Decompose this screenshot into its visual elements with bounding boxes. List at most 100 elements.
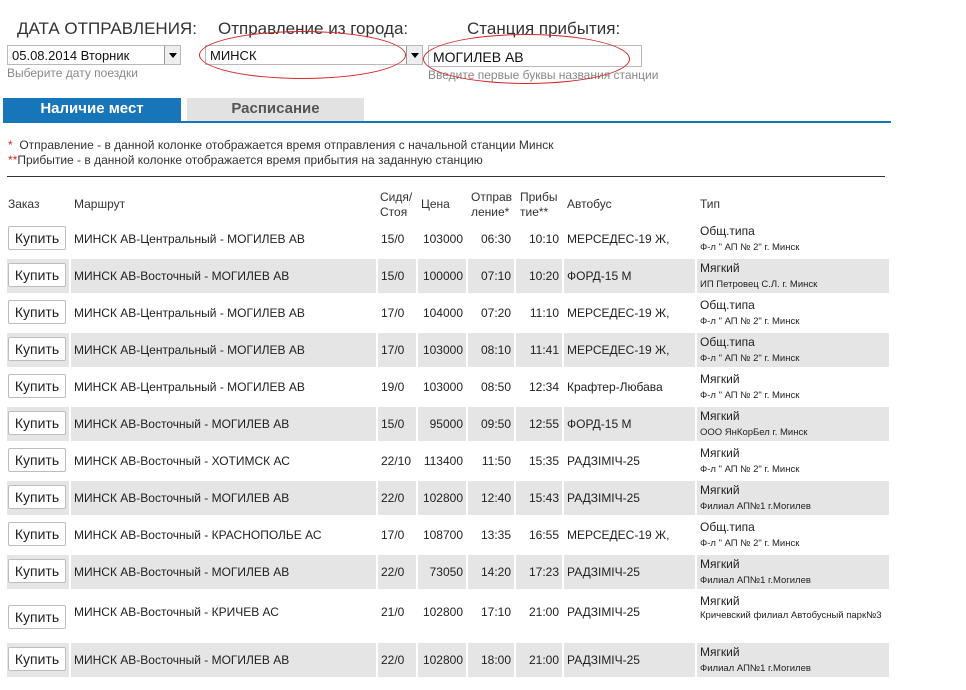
price-cell: 102800 — [418, 481, 466, 515]
buy-button[interactable]: Купить — [8, 559, 66, 583]
order-cell: Купить — [7, 444, 69, 478]
bus-cell: РАДЗІМІЧ-25 — [564, 481, 695, 515]
buy-button[interactable]: Купить — [8, 337, 66, 361]
type-cell: Мягкий Филиал АП№1 г.Могилев — [697, 555, 889, 589]
seats-cell: 21/0 — [378, 592, 416, 637]
arrival-cell: 12:34 — [516, 370, 562, 404]
header-order: Заказ — [8, 197, 40, 211]
departure-time: 08:10 — [480, 343, 511, 357]
arrival-time: 12:55 — [528, 417, 559, 431]
arrival-cell: 10:20 — [516, 259, 562, 293]
buy-button[interactable]: Купить — [8, 263, 66, 287]
price-cell: 103000 — [418, 222, 466, 256]
operator: Ф-л " АП № 2" г. Минск — [700, 242, 800, 253]
arrival-time: 21:00 — [528, 653, 559, 667]
buy-button[interactable]: Купить — [8, 647, 66, 671]
bus-cell: МЕРСЕДЕС-19 Ж, — [564, 222, 695, 256]
type-cell: Мягкий ООО ЯнКорБел г. Минск — [697, 407, 889, 441]
price: 73050 — [429, 565, 463, 579]
buy-button[interactable]: Купить — [8, 605, 66, 629]
header-arrival: Прибы тие** — [520, 190, 558, 220]
chevron-down-icon[interactable] — [164, 46, 180, 64]
table-row: Купить МИНСК АВ-Восточный - МОГИЛЕВ АВ 1… — [7, 259, 889, 293]
route-cell: МИНСК АВ-Восточный - МОГИЛЕВ АВ — [71, 259, 376, 293]
type-cell: Мягкий Ф-л " АП № 2" г. Минск — [697, 444, 889, 478]
note-star: ** — [8, 153, 18, 167]
order-cell: Купить — [7, 555, 69, 589]
seats: 19/0 — [381, 380, 405, 394]
seats-cell: 22/0 — [378, 643, 416, 677]
seats: 15/0 — [381, 417, 405, 431]
tab-schedule[interactable]: Расписание — [187, 98, 364, 121]
bus-type: Общ.типа — [700, 224, 755, 238]
header-seats: Сидя/ Стоя — [380, 190, 412, 220]
route: МИНСК АВ-Центральный - МОГИЛЕВ АВ — [74, 380, 305, 394]
route-cell: МИНСК АВ-Восточный - КРИЧЕВ АС — [71, 592, 376, 637]
bus-cell: МЕРСЕДЕС-19 Ж, — [564, 296, 695, 330]
route-cell: МИНСК АВ-Восточный - ХОТИМСК АС — [71, 444, 376, 478]
operator: Кричевский филиал Автобусный парк№3 — [700, 610, 882, 621]
table-row: Купить МИНСК АВ-Центральный - МОГИЛЕВ АВ… — [7, 370, 889, 404]
bus-type: Мягкий — [700, 483, 740, 497]
type-cell: Общ.типа Ф-л " АП № 2" г. Минск — [697, 333, 889, 367]
bus-cell: МЕРСЕДЕС-19 Ж, — [564, 518, 695, 552]
date-hint: Выберите дату поездки — [7, 66, 138, 80]
note-text: Отправление - в данной колонке отображае… — [19, 138, 554, 152]
tab-availability[interactable]: Наличие мест — [3, 98, 181, 121]
type-cell: Общ.типа Ф-л " АП № 2" г. Минск — [697, 222, 889, 256]
header-arrival-line1: Прибы — [520, 190, 558, 204]
buy-button[interactable]: Купить — [8, 374, 66, 398]
departure-cell: 08:50 — [468, 370, 514, 404]
seats-cell: 19/0 — [378, 370, 416, 404]
buy-button[interactable]: Купить — [8, 485, 66, 509]
buy-button[interactable]: Купить — [8, 448, 66, 472]
price: 104000 — [422, 306, 463, 320]
price-cell: 103000 — [418, 370, 466, 404]
departure-time: 13:35 — [480, 528, 511, 542]
table-row: Купить МИНСК АВ-Центральный - МОГИЛЕВ АВ… — [7, 222, 889, 256]
price-cell: 102800 — [418, 592, 466, 637]
note-arrival: **Прибытие - в данной колонке отображает… — [8, 153, 483, 167]
buy-button[interactable]: Купить — [8, 300, 66, 324]
seats: 22/10 — [381, 454, 412, 468]
date-label: ДАТА ОТПРАВЛЕНИЯ: — [17, 19, 197, 38]
arrival-time: 10:10 — [528, 232, 559, 246]
buy-button[interactable]: Купить — [8, 226, 66, 250]
departure-time: 09:50 — [480, 417, 511, 431]
price-cell: 108700 — [418, 518, 466, 552]
price: 108700 — [422, 528, 463, 542]
table-row: Купить МИНСК АВ-Восточный - МОГИЛЕВ АВ 1… — [7, 407, 889, 441]
order-cell: Купить — [7, 222, 69, 256]
buy-button[interactable]: Купить — [8, 411, 66, 435]
chevron-down-icon[interactable] — [406, 46, 422, 64]
header-route: Маршрут — [74, 197, 126, 211]
seats-cell: 15/0 — [378, 222, 416, 256]
bus-model: РАДЗІМІЧ-25 — [567, 454, 640, 468]
order-cell: Купить — [7, 518, 69, 552]
type-cell: Общ.типа Ф-л " АП № 2" г. Минск — [697, 518, 889, 552]
departure-cell: 11:50 — [468, 444, 514, 478]
price: 103000 — [422, 232, 463, 246]
bus-cell: Крафтер-Любава — [564, 370, 695, 404]
departure-time: 07:20 — [480, 306, 511, 320]
header-departure-line2: ление* — [471, 205, 510, 219]
bus-cell: РАДЗІМІЧ-25 — [564, 555, 695, 589]
bus-model: РАДЗІМІЧ-25 — [567, 653, 640, 667]
arrival-time: 15:35 — [528, 454, 559, 468]
bus-cell: РАДЗІМІЧ-25 — [564, 592, 695, 637]
price: 102800 — [422, 491, 463, 505]
date-select[interactable]: 05.08.2014 Вторник — [7, 45, 181, 65]
departure-cell: 12:40 — [468, 481, 514, 515]
note-text: Прибытие - в данной колонке отображается… — [17, 153, 483, 167]
buy-button[interactable]: Купить — [8, 522, 66, 546]
route: МИНСК АВ-Восточный - КРАСНОПОЛЬЕ АС — [74, 528, 322, 542]
bus-model: РАДЗІМІЧ-25 — [567, 491, 640, 505]
seats: 17/0 — [381, 528, 405, 542]
bus-cell: ФОРД-15 М — [564, 407, 695, 441]
type-cell: Мягкий Филиал АП№1 г.Могилев — [697, 643, 889, 677]
table-row: Купить МИНСК АВ-Восточный - МОГИЛЕВ АВ 2… — [7, 555, 889, 589]
order-cell: Купить — [7, 296, 69, 330]
operator: Филиал АП№1 г.Могилев — [700, 663, 811, 674]
header-seats-line1: Сидя/ — [380, 190, 413, 204]
bus-type: Общ.типа — [700, 520, 755, 534]
